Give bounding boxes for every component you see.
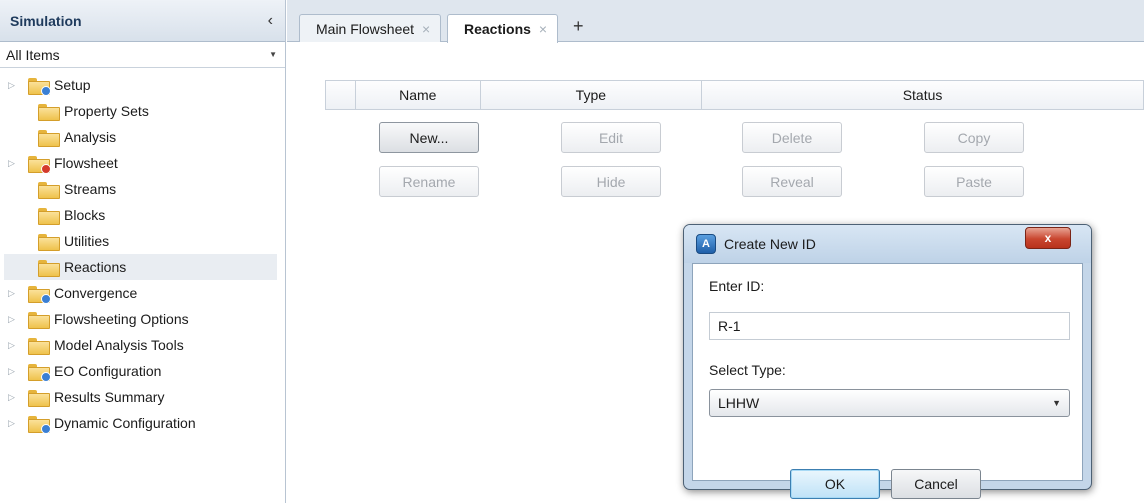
copy-button[interactable]: Copy — [924, 122, 1024, 153]
tree-item-dynamic-configuration[interactable]: ▷ Dynamic Configuration — [4, 410, 277, 436]
complete-status-icon — [41, 293, 51, 304]
tree-item-analysis[interactable]: Analysis — [4, 124, 277, 150]
folder-icon — [38, 103, 60, 121]
add-tab-icon[interactable]: + — [573, 16, 584, 37]
expand-arrow-icon[interactable]: ▷ — [8, 288, 22, 299]
expand-arrow-icon[interactable]: ▷ — [8, 158, 22, 169]
folder-icon — [38, 233, 60, 251]
edit-button[interactable]: Edit — [561, 122, 661, 153]
navigation-tree: ▷ Setup Property Sets Analysis ▷ Flowsheet Str… — [0, 72, 285, 436]
tree-item-label: Streams — [64, 181, 117, 197]
tree-item-results-summary[interactable]: ▷ Results Summary — [4, 384, 277, 410]
tree-item-label: Reactions — [64, 259, 127, 275]
hide-button[interactable]: Hide — [561, 166, 661, 197]
tree-item-convergence[interactable]: ▷ Convergence — [4, 280, 277, 306]
dialog-body: Enter ID: R-1 Select Type: LHHW ▼ OK Can… — [692, 263, 1083, 499]
aspen-app-icon: A — [696, 234, 716, 254]
tree-item-flowsheeting-options[interactable]: ▷ Flowsheeting Options — [4, 306, 277, 332]
tab-reactions[interactable]: Reactions × — [447, 14, 559, 43]
tree-item-label: Setup — [54, 77, 91, 93]
tree-item-label: Results Summary — [54, 389, 165, 405]
tree-item-model-analysis-tools[interactable]: ▷ Model Analysis Tools — [4, 332, 277, 358]
folder-icon — [28, 389, 50, 407]
grid-column-type[interactable]: Type — [481, 81, 703, 109]
folder-icon — [28, 155, 51, 174]
folder-icon — [38, 129, 60, 147]
folder-icon — [28, 363, 51, 382]
folder-icon — [38, 181, 60, 199]
grid-column-name[interactable]: Name — [356, 81, 481, 109]
folder-icon — [28, 311, 50, 329]
tree-item-label: Flowsheeting Options — [54, 311, 189, 327]
chevron-down-icon: ▼ — [1052, 398, 1061, 408]
tree-item-label: Analysis — [64, 129, 117, 145]
enter-id-label: Enter ID: — [709, 278, 765, 294]
complete-status-icon — [41, 423, 51, 434]
tree-item-reactions[interactable]: Reactions — [4, 254, 277, 280]
create-new-id-dialog: A Create New ID x Enter ID: R-1 Select T… — [683, 224, 1092, 499]
folder-icon — [38, 259, 60, 277]
tree-item-label: EO Configuration — [54, 363, 162, 379]
tree-item-label: Blocks — [64, 207, 106, 223]
chevron-down-icon: ▼ — [269, 50, 277, 59]
grid-column-selector — [326, 81, 356, 109]
close-dialog-button[interactable]: x — [1025, 227, 1071, 249]
expand-arrow-icon[interactable]: ▷ — [8, 366, 22, 377]
tree-item-label: Property Sets — [64, 103, 149, 119]
id-input[interactable]: R-1 — [709, 312, 1070, 340]
grid-column-status[interactable]: Status — [702, 81, 1143, 109]
ok-button[interactable]: OK — [790, 469, 880, 499]
reveal-button[interactable]: Reveal — [742, 166, 842, 197]
tab-main-flowsheet[interactable]: Main Flowsheet × — [299, 14, 442, 42]
tree-item-label: Model Analysis Tools — [54, 337, 184, 353]
folder-icon — [28, 415, 51, 434]
close-tab-icon[interactable]: × — [539, 21, 547, 37]
expand-arrow-icon[interactable]: ▷ — [8, 418, 22, 429]
complete-status-icon — [41, 371, 51, 382]
navigation-filter-select[interactable]: All Items ▼ — [0, 42, 285, 68]
tab-label: Reactions — [464, 21, 531, 37]
folder-icon — [28, 77, 51, 96]
tab-bar: Main Flowsheet × Reactions × + — [287, 0, 1144, 43]
tree-item-property-sets[interactable]: Property Sets — [4, 98, 277, 124]
type-select-value: LHHW — [718, 395, 760, 411]
tree-item-setup[interactable]: ▷ Setup — [4, 72, 277, 98]
collapse-pane-button[interactable]: ‹ — [268, 12, 273, 30]
type-select[interactable]: LHHW ▼ — [709, 389, 1070, 417]
select-type-label: Select Type: — [709, 362, 786, 378]
tree-item-label: Flowsheet — [54, 155, 118, 171]
delete-button[interactable]: Delete — [742, 122, 842, 153]
navigation-pane: Simulation ‹ All Items ▼ ▷ Setup Property … — [0, 0, 286, 503]
navigation-filter-value: All Items — [6, 46, 60, 63]
tree-item-utilities[interactable]: Utilities — [4, 228, 277, 254]
tree-item-flowsheet[interactable]: ▷ Flowsheet — [4, 150, 277, 176]
tree-item-blocks[interactable]: Blocks — [4, 202, 277, 228]
tree-item-label: Utilities — [64, 233, 110, 249]
cancel-button[interactable]: Cancel — [891, 469, 981, 499]
folder-icon — [38, 207, 60, 225]
dialog-title: Create New ID — [724, 236, 816, 252]
tree-item-streams[interactable]: Streams — [4, 176, 277, 202]
close-tab-icon[interactable]: × — [422, 21, 430, 37]
tree-item-eo-configuration[interactable]: ▷ EO Configuration — [4, 358, 277, 384]
tree-item-label: Convergence — [54, 285, 138, 301]
new-button[interactable]: New... — [379, 122, 479, 153]
objects-grid-header: Name Type Status — [325, 80, 1144, 110]
error-status-icon — [41, 163, 51, 174]
tree-item-label: Dynamic Configuration — [54, 415, 196, 431]
navigation-title: Simulation — [10, 12, 82, 29]
folder-icon — [28, 285, 51, 304]
expand-arrow-icon[interactable]: ▷ — [8, 392, 22, 403]
tab-label: Main Flowsheet — [316, 20, 415, 37]
rename-button[interactable]: Rename — [379, 166, 479, 197]
folder-icon — [28, 337, 50, 355]
paste-button[interactable]: Paste — [924, 166, 1024, 197]
expand-arrow-icon[interactable]: ▷ — [8, 80, 22, 91]
expand-arrow-icon[interactable]: ▷ — [8, 340, 22, 351]
complete-status-icon — [41, 85, 51, 96]
expand-arrow-icon[interactable]: ▷ — [8, 314, 22, 325]
navigation-header: Simulation ‹ — [0, 0, 285, 42]
